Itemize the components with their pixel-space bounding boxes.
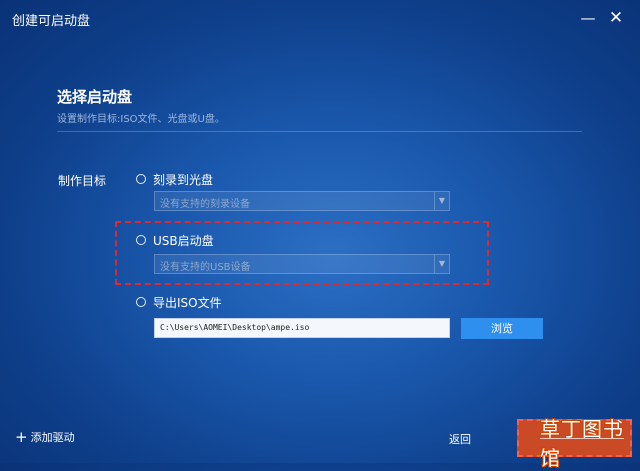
target-label: 制作目标 (58, 174, 107, 188)
radio-button[interactable] (136, 174, 146, 184)
browse-button[interactable]: 浏览 (461, 318, 543, 339)
radio-burn-disc[interactable]: 刻录到光盘 (136, 171, 213, 187)
section-title: 选择启动盘 (57, 88, 133, 106)
radio-export-iso[interactable]: 导出ISO文件 (136, 294, 222, 310)
iso-path-input[interactable]: C:\Users\AOMEI\Desktop\ampe.iso (154, 318, 450, 338)
plus-icon: + (15, 428, 28, 446)
divider (57, 131, 582, 132)
watermark-text: 草丁图书馆 (540, 417, 624, 470)
section-subtitle: 设置制作目标:ISO文件、光盘或U盘。 (57, 114, 225, 125)
close-button[interactable]: ✕ (604, 6, 628, 30)
minimize-button[interactable]: — (576, 6, 600, 30)
window-title: 创建可启动盘 (12, 14, 91, 29)
usb-option-highlight (115, 221, 489, 285)
radio-label-export-iso: 导出ISO文件 (153, 295, 222, 310)
watermark-underline (540, 438, 624, 439)
chevron-down-icon: ▼ (434, 192, 449, 210)
add-driver-label: 添加驱动 (30, 431, 75, 444)
burn-device-value: 没有支持的刻录设备 (160, 199, 250, 210)
radio-button[interactable] (136, 297, 146, 307)
radio-label-burn-disc: 刻录到光盘 (153, 172, 214, 187)
back-button[interactable]: 返回 (449, 431, 471, 447)
title-bar: 创建可启动盘 — ✕ (0, 0, 640, 36)
burn-device-select[interactable]: 没有支持的刻录设备 ▼ (154, 191, 450, 211)
add-driver-button[interactable]: + 添加驱动 (15, 428, 75, 446)
